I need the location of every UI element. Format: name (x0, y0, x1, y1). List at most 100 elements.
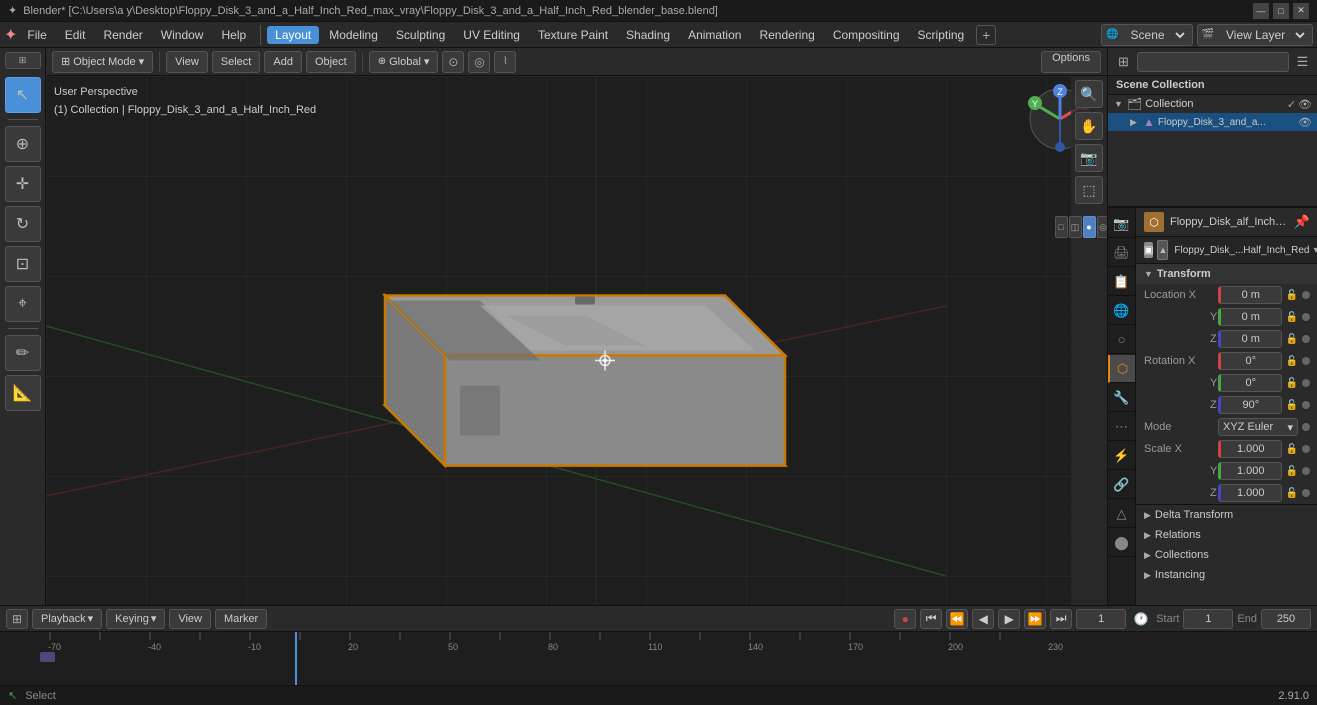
tab-modeling[interactable]: Modeling (321, 26, 386, 44)
scale-tool-button[interactable]: ⊡ (5, 246, 41, 282)
timeline-mode-icon[interactable]: ⊞ (6, 609, 28, 629)
play-button[interactable]: ▶ (998, 609, 1020, 629)
move-tool-button[interactable]: ✛ (5, 166, 41, 202)
location-x-field[interactable]: 0 m (1218, 286, 1282, 304)
prop-tab-output[interactable]: 🖨 (1108, 239, 1136, 267)
proportional-edit-button[interactable]: ◎ (468, 51, 490, 73)
viewport-overlay-4[interactable]: ◎ (1097, 216, 1108, 238)
minimize-button[interactable]: — (1253, 3, 1269, 19)
keying-button[interactable]: Keying ▾ (106, 609, 165, 629)
prop-collections[interactable]: ▶ Collections (1136, 545, 1317, 565)
view-layer-selector[interactable]: View Layer (1216, 24, 1308, 46)
scene-selector[interactable]: Scene (1121, 24, 1188, 46)
end-frame-input[interactable] (1261, 609, 1311, 629)
scale-y-lock[interactable]: 🔓 (1286, 466, 1298, 477)
menu-render[interactable]: Render (95, 26, 150, 44)
tab-uv-editing[interactable]: UV Editing (455, 26, 528, 44)
floppy-disk-item[interactable]: ▶ ▲ Floppy_Disk_3_and_a... 👁 (1108, 113, 1317, 131)
prop-delta-transform[interactable]: ▶ Delta Transform (1136, 505, 1317, 525)
rotation-y-lock[interactable]: 🔓 (1286, 378, 1298, 389)
outliner-filter-button[interactable]: ☰ (1293, 51, 1312, 73)
select-tool-button[interactable]: ↖ (5, 77, 41, 113)
tab-sculpting[interactable]: Sculpting (388, 26, 453, 44)
location-y-lock[interactable]: 🔓 (1286, 312, 1298, 323)
viewport-zoom-in[interactable]: 🔍 (1075, 80, 1103, 108)
scale-z-lock[interactable]: 🔓 (1286, 488, 1298, 499)
prop-mode-value[interactable]: XYZ Euler ▾ (1218, 418, 1298, 436)
collection-item-collection[interactable]: ▼ 🗂 Collection ✓ 👁 (1108, 95, 1317, 113)
tab-scripting[interactable]: Scripting (910, 26, 973, 44)
viewport-pan[interactable]: ✋ (1075, 112, 1103, 140)
close-button[interactable]: ✕ (1293, 3, 1309, 19)
add-workspace-button[interactable]: + (976, 25, 996, 45)
rotation-x-field[interactable]: 0° (1218, 352, 1282, 370)
outliner-mode-icon[interactable]: ⊞ (1114, 51, 1133, 73)
scale-x-field[interactable]: 1.000 (1218, 440, 1282, 458)
prop-relations[interactable]: ▶ Relations (1136, 525, 1317, 545)
start-frame-input[interactable] (1183, 609, 1233, 629)
menu-file[interactable]: File (19, 26, 54, 44)
proportional-icon-2[interactable]: ⌇ (494, 51, 516, 73)
current-frame-input[interactable] (1076, 609, 1126, 629)
viewport-camera[interactable]: 📷 (1075, 144, 1103, 172)
tab-layout[interactable]: Layout (267, 26, 319, 44)
tab-texture-paint[interactable]: Texture Paint (530, 26, 616, 44)
collection-checkbox[interactable]: ✓ (1287, 98, 1296, 111)
prop-tab-object[interactable]: ⬡ (1108, 355, 1136, 383)
annotate-tool-button[interactable]: ✏ (5, 335, 41, 371)
prop-obj-dropdown-arrow[interactable]: ▾ (1313, 245, 1317, 256)
scale-z-field[interactable]: 1.000 (1218, 484, 1282, 502)
viewport-overlay-2[interactable]: ◫ (1069, 216, 1082, 238)
snap-button[interactable]: ⊙ (442, 51, 464, 73)
rotate-tool-button[interactable]: ↻ (5, 206, 41, 242)
floppy-eye[interactable]: 👁 (1298, 116, 1312, 129)
location-z-field[interactable]: 0 m (1218, 330, 1282, 348)
rotation-x-lock[interactable]: 🔓 (1286, 356, 1298, 367)
tab-compositing[interactable]: Compositing (825, 26, 908, 44)
jump-start-button[interactable]: ⏮ (920, 609, 942, 629)
location-y-field[interactable]: 0 m (1218, 308, 1282, 326)
record-button[interactable]: ● (894, 609, 916, 629)
collection-eye[interactable]: 👁 (1298, 98, 1312, 111)
prop-tab-scene[interactable]: 🌐 (1108, 297, 1136, 325)
prop-transform-header[interactable]: ▼ Transform (1136, 264, 1317, 284)
prop-tab-physics[interactable]: ⚡ (1108, 442, 1136, 470)
playback-button[interactable]: Playback ▾ (32, 609, 102, 629)
maximize-button[interactable]: □ (1273, 3, 1289, 19)
location-z-lock[interactable]: 🔓 (1286, 334, 1298, 345)
jump-end-button[interactable]: ⏭ (1050, 609, 1072, 629)
prop-tab-world[interactable]: ○ (1108, 326, 1136, 354)
tab-rendering[interactable]: Rendering (751, 26, 822, 44)
prop-tab-material[interactable]: ⬤ (1108, 529, 1136, 557)
menu-window[interactable]: Window (153, 26, 212, 44)
viewport-3d[interactable]: User Perspective (1) Collection | Floppy… (46, 76, 1107, 605)
scale-x-lock[interactable]: 🔓 (1286, 444, 1298, 455)
location-x-lock[interactable]: 🔓 (1286, 290, 1298, 301)
rotation-y-field[interactable]: 0° (1218, 374, 1282, 392)
scale-y-field[interactable]: 1.000 (1218, 462, 1282, 480)
tab-shading[interactable]: Shading (618, 26, 678, 44)
viewport-mode-selector[interactable]: ⊞ Object Mode ▾ (52, 51, 153, 73)
rotation-z-field[interactable]: 90° (1218, 396, 1282, 414)
measure-tool-button[interactable]: 📐 (5, 375, 41, 411)
marker-button[interactable]: Marker (215, 609, 267, 629)
viewport-render-mode[interactable]: ⬚ (1075, 176, 1103, 204)
tab-animation[interactable]: Animation (680, 26, 749, 44)
transform-tool-button[interactable]: ⌖ (5, 286, 41, 322)
outliner-search-input[interactable] (1137, 52, 1289, 72)
rotation-z-lock[interactable]: 🔓 (1286, 400, 1298, 411)
prop-instancing[interactable]: ▶ Instancing (1136, 565, 1317, 585)
cursor-tool-button[interactable]: ⊕ (5, 126, 41, 162)
prop-tab-render[interactable]: 📷 (1108, 210, 1136, 238)
view-button[interactable]: View (169, 609, 211, 629)
play-back-button[interactable]: ◀ (972, 609, 994, 629)
prop-tab-particles[interactable]: ⋯ (1108, 413, 1136, 441)
transform-selector[interactable]: ⊕ Global ▾ (369, 51, 439, 73)
select-menu-button[interactable]: Select (212, 51, 261, 73)
timeline-track[interactable]: -70 -40 -10 20 50 80 110 140 170 200 230 (0, 632, 1317, 685)
prop-pin-button[interactable]: 📌 (1294, 214, 1310, 230)
menu-edit[interactable]: Edit (57, 26, 94, 44)
step-back-button[interactable]: ⏪ (946, 609, 968, 629)
prop-tab-modifier[interactable]: 🔧 (1108, 384, 1136, 412)
prop-tab-constraints[interactable]: 🔗 (1108, 471, 1136, 499)
